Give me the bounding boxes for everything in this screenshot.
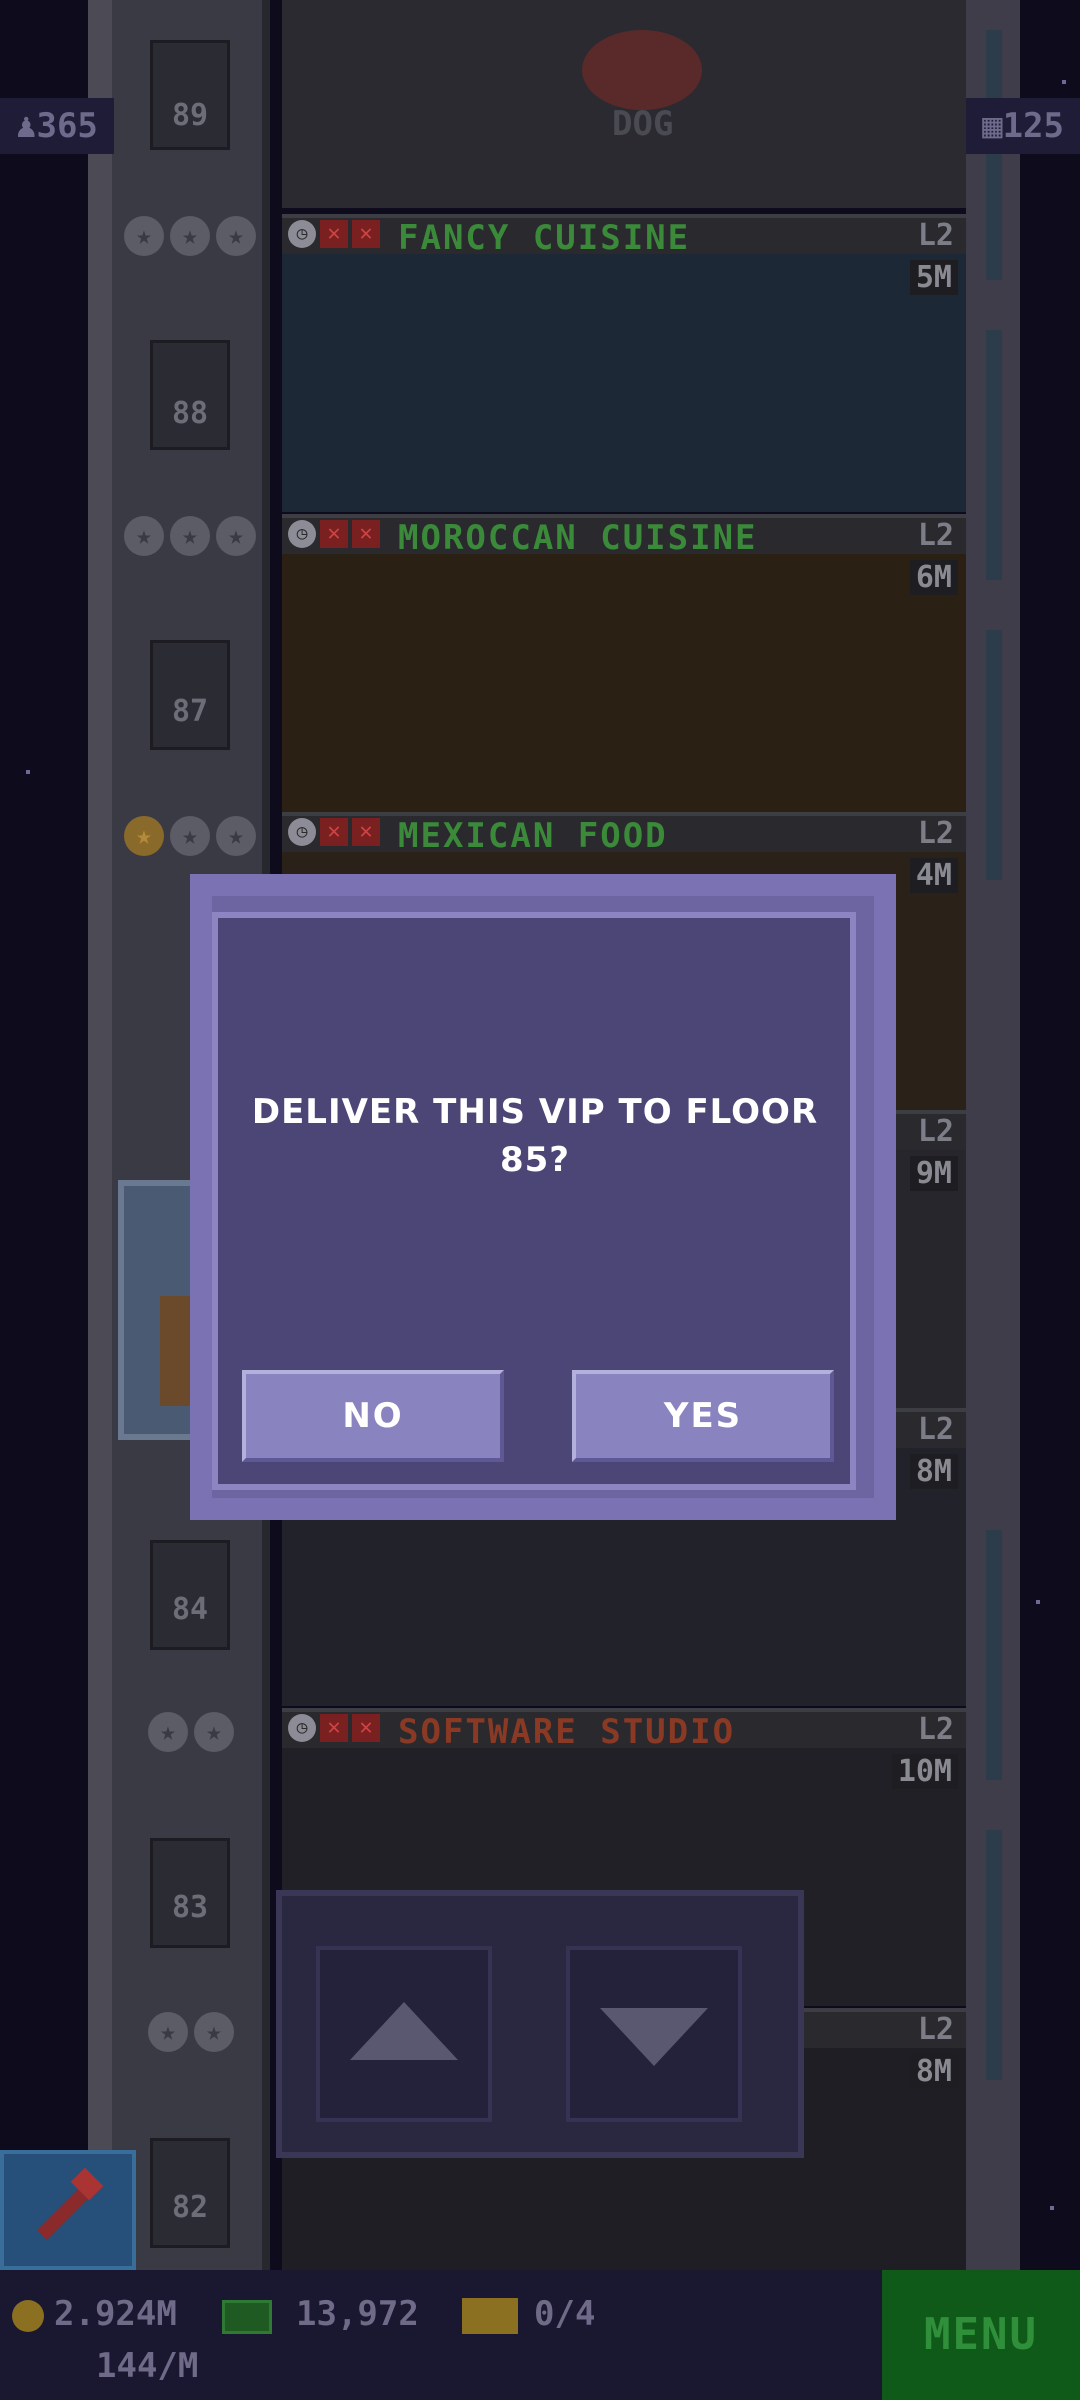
tickets-value: 0/4: [534, 2294, 596, 2334]
star-icon: ★: [124, 516, 164, 556]
tower-left-wall: [88, 0, 112, 2270]
room-profit: 6M: [909, 560, 958, 595]
room-status-icons: ◷ ✕ ✕: [288, 520, 380, 548]
ticket-icon: [462, 2298, 518, 2334]
coins-value: 2.924M: [54, 2294, 177, 2334]
x-icon: ✕: [320, 520, 348, 548]
star-icon: ★: [170, 816, 210, 856]
build-tool-button[interactable]: [0, 2150, 136, 2270]
room-level: L2: [917, 518, 954, 553]
bux-value: 13,972: [296, 2294, 419, 2334]
x-icon: ✕: [352, 1714, 380, 1742]
room-profit: 4M: [909, 858, 958, 893]
hammer-icon: [36, 2167, 104, 2241]
x-icon: ✕: [320, 220, 348, 248]
room-status-icons: ◷ ✕ ✕: [288, 1714, 380, 1742]
star-icon: ★: [216, 516, 256, 556]
star-icon: ★: [194, 1712, 234, 1752]
clock-icon: ◷: [288, 1714, 316, 1742]
x-icon: ✕: [320, 818, 348, 846]
floor-number: 82: [171, 2190, 209, 2225]
star-icon: ★: [148, 2012, 188, 2052]
room-profit: 5M: [909, 260, 958, 295]
coin-icon: [12, 2300, 44, 2332]
room-interior: [282, 554, 966, 812]
room-level: L2: [917, 218, 954, 253]
star-icon: ★: [216, 816, 256, 856]
elevator-up-button[interactable]: [316, 1946, 492, 2122]
star-icon: ★: [194, 2012, 234, 2052]
floor-counter: ▦125: [966, 98, 1080, 154]
room-profit: 8M: [909, 1454, 958, 1489]
dialog-message: DELIVER THIS VIP TO FLOOR 85?: [251, 1092, 819, 1180]
star-icon: ★: [216, 216, 256, 256]
room-level: L2: [917, 1114, 954, 1149]
clock-icon: ◷: [288, 220, 316, 248]
tower-window: [986, 330, 1002, 580]
star-icon: ★: [124, 816, 164, 856]
star-icon: ★: [170, 516, 210, 556]
menu-button[interactable]: MENU: [882, 2270, 1080, 2400]
population-value: 365: [36, 106, 98, 146]
room-status-icons: ◷ ✕ ✕: [288, 818, 380, 846]
room-level: L2: [917, 1712, 954, 1747]
room-name: FANCY CUISINE: [398, 218, 691, 258]
floor-number: 84: [171, 1592, 209, 1627]
x-icon: ✕: [352, 220, 380, 248]
star-icon: ★: [124, 216, 164, 256]
no-button[interactable]: NO: [242, 1370, 504, 1462]
tower-window: [986, 30, 1002, 280]
clock-icon: ◷: [288, 818, 316, 846]
floor-number: 83: [171, 1890, 209, 1925]
tower-window: [986, 630, 1002, 880]
room-profit: 10M: [891, 1754, 958, 1789]
bux-icon: [222, 2300, 272, 2334]
coins-rate: 144/M: [96, 2346, 199, 2386]
tower-window: [986, 1830, 1002, 2080]
star-icon: ★: [170, 216, 210, 256]
elevator-door: [150, 340, 230, 450]
room-level: L2: [917, 816, 954, 851]
population-counter: ♟365: [0, 98, 114, 154]
x-icon: ✕: [352, 520, 380, 548]
floor-count-value: 125: [1002, 106, 1064, 146]
room-level: L2: [917, 1412, 954, 1447]
room-name: DOG: [612, 104, 674, 144]
person-icon: ♟: [16, 106, 37, 146]
floor-room[interactable]: DOG: [282, 0, 966, 208]
triangle-down-icon: [600, 2008, 708, 2066]
x-icon: ✕: [352, 818, 380, 846]
floor-room[interactable]: ◷ ✕ ✕ FANCY CUISINE L2 5M: [282, 214, 966, 512]
yes-button[interactable]: YES: [572, 1370, 834, 1462]
elevator-down-button[interactable]: [566, 1946, 742, 2122]
room-name: MEXICAN FOOD: [398, 816, 668, 856]
floor-number: 89: [171, 98, 209, 133]
room-status-icons: ◷ ✕ ✕: [288, 220, 380, 248]
room-interior: [282, 254, 966, 512]
building-icon: ▦: [982, 106, 1003, 146]
tower-window: [986, 1530, 1002, 1780]
elevator-door: [150, 40, 230, 150]
room-level: L2: [917, 2012, 954, 2047]
room-profit: 9M: [909, 1156, 958, 1191]
floor-number: 88: [171, 396, 209, 431]
room-name: SOFTWARE STUDIO: [398, 1712, 736, 1752]
x-icon: ✕: [320, 1714, 348, 1742]
clock-icon: ◷: [288, 520, 316, 548]
room-name: MOROCCAN CUISINE: [398, 518, 758, 558]
room-sign: [582, 30, 702, 110]
floor-number: 87: [171, 694, 209, 729]
room-profit: 8M: [909, 2054, 958, 2089]
star-icon: ★: [148, 1712, 188, 1752]
floor-room[interactable]: ◷ ✕ ✕ MOROCCAN CUISINE L2 6M: [282, 514, 966, 812]
triangle-up-icon: [350, 2002, 458, 2060]
